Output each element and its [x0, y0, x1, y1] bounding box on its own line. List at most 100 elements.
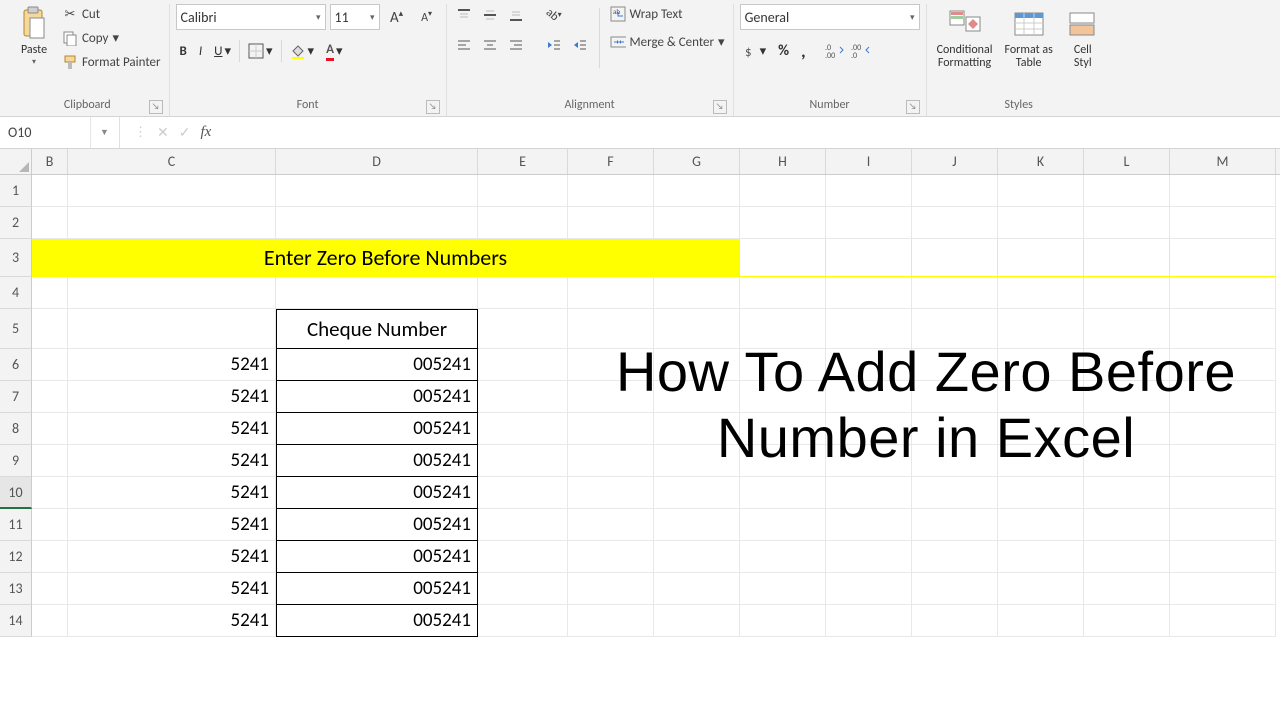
cell[interactable] [998, 477, 1084, 509]
dialog-launcher-icon[interactable]: ↘ [426, 100, 440, 114]
cell[interactable] [32, 349, 68, 381]
cell[interactable] [1084, 175, 1170, 207]
cell[interactable]: 005241 [276, 605, 478, 637]
align-center-button[interactable] [479, 34, 501, 56]
formula-input[interactable] [225, 117, 1280, 148]
cell[interactable]: 5241 [68, 541, 276, 573]
increase-indent-button[interactable] [569, 34, 591, 56]
cell[interactable] [32, 175, 68, 207]
cell[interactable] [568, 477, 654, 509]
font-name-dropdown[interactable]: Calibri ▾ [176, 4, 326, 30]
align-middle-button[interactable] [479, 4, 501, 26]
column-header[interactable]: G [654, 149, 740, 174]
cell[interactable] [1170, 541, 1276, 573]
conditional-formatting-button[interactable]: Conditional Formatting [933, 4, 997, 72]
column-header[interactable]: B [32, 149, 68, 174]
copy-button[interactable]: Copy ▾ [60, 28, 163, 48]
cell[interactable] [740, 509, 826, 541]
cell[interactable] [1084, 509, 1170, 541]
name-box-dropdown[interactable]: ▼ [90, 117, 118, 148]
decrease-indent-button[interactable] [543, 34, 565, 56]
fill-color-button[interactable]: ▾ [286, 38, 319, 64]
cell[interactable] [1084, 605, 1170, 637]
align-right-button[interactable] [505, 34, 527, 56]
cell[interactable]: Enter Zero Before Numbers [32, 239, 740, 277]
cell[interactable]: 5241 [68, 381, 276, 413]
cell[interactable] [1170, 509, 1276, 541]
align-left-button[interactable] [453, 34, 475, 56]
cell[interactable] [1170, 175, 1276, 207]
cell[interactable] [1084, 573, 1170, 605]
cell[interactable] [68, 207, 276, 239]
row-header[interactable]: 5 [0, 309, 32, 349]
cell[interactable] [1170, 477, 1276, 509]
cell[interactable]: 005241 [276, 573, 478, 605]
dialog-launcher-icon[interactable]: ↘ [906, 100, 920, 114]
cell[interactable] [478, 541, 568, 573]
cell[interactable] [912, 477, 998, 509]
cell[interactable] [1170, 277, 1276, 309]
select-all-corner[interactable] [0, 149, 32, 174]
cell[interactable] [568, 277, 654, 309]
align-top-button[interactable] [453, 4, 475, 26]
column-header[interactable]: F [568, 149, 654, 174]
cell[interactable]: 5241 [68, 445, 276, 477]
align-bottom-button[interactable] [505, 4, 527, 26]
cell[interactable] [654, 277, 740, 309]
cell[interactable] [998, 509, 1084, 541]
cell[interactable] [478, 413, 568, 445]
cell[interactable]: 5241 [68, 477, 276, 509]
cell[interactable] [1170, 605, 1276, 637]
cell[interactable] [654, 207, 740, 239]
cell[interactable] [32, 309, 68, 349]
format-as-table-button[interactable]: Format as Table [1001, 4, 1057, 72]
cell[interactable] [1084, 207, 1170, 239]
number-format-dropdown[interactable]: General ▾ [740, 4, 920, 30]
row-header[interactable]: 13 [0, 573, 32, 605]
cell[interactable] [998, 207, 1084, 239]
wrap-text-button[interactable]: ab Wrap Text [608, 4, 727, 24]
cell[interactable] [1084, 239, 1170, 277]
cell[interactable] [32, 509, 68, 541]
cell[interactable] [32, 445, 68, 477]
row-header[interactable]: 11 [0, 509, 32, 541]
accounting-format-button[interactable]: $▾ [740, 38, 771, 64]
cell[interactable] [32, 277, 68, 309]
cell-styles-button[interactable]: Cell Styl [1061, 4, 1105, 72]
cell[interactable] [478, 445, 568, 477]
row-header[interactable]: 7 [0, 381, 32, 413]
column-header[interactable]: H [740, 149, 826, 174]
row-header[interactable]: 3 [0, 239, 32, 277]
cell[interactable] [68, 309, 276, 349]
enter-formula-button[interactable]: ✓ [179, 124, 191, 141]
dialog-launcher-icon[interactable]: ↘ [713, 100, 727, 114]
cell[interactable] [568, 573, 654, 605]
cell[interactable]: 5241 [68, 509, 276, 541]
decrease-font-button[interactable]: A▾ [414, 4, 440, 30]
cell[interactable] [478, 573, 568, 605]
cell[interactable] [478, 207, 568, 239]
cell[interactable]: Cheque Number [276, 309, 478, 349]
cell[interactable] [32, 207, 68, 239]
cell[interactable] [1084, 541, 1170, 573]
cell[interactable] [740, 541, 826, 573]
cell[interactable]: 005241 [276, 477, 478, 509]
cell[interactable] [276, 175, 478, 207]
cell[interactable] [478, 277, 568, 309]
cell[interactable]: 005241 [276, 509, 478, 541]
dialog-launcher-icon[interactable]: ↘ [149, 100, 163, 114]
paste-button[interactable]: Paste ▾ [12, 4, 56, 69]
cell[interactable]: 5241 [68, 605, 276, 637]
cell[interactable] [998, 277, 1084, 309]
cell[interactable] [912, 175, 998, 207]
cell[interactable] [478, 381, 568, 413]
name-box-input[interactable] [0, 117, 90, 148]
cell[interactable] [912, 573, 998, 605]
name-box[interactable]: ▼ [0, 117, 120, 148]
cell[interactable]: 005241 [276, 541, 478, 573]
font-color-button[interactable]: A ▾ [322, 38, 346, 64]
cell[interactable] [1170, 239, 1276, 277]
column-header[interactable]: C [68, 149, 276, 174]
cell[interactable]: 005241 [276, 413, 478, 445]
cell[interactable] [912, 277, 998, 309]
